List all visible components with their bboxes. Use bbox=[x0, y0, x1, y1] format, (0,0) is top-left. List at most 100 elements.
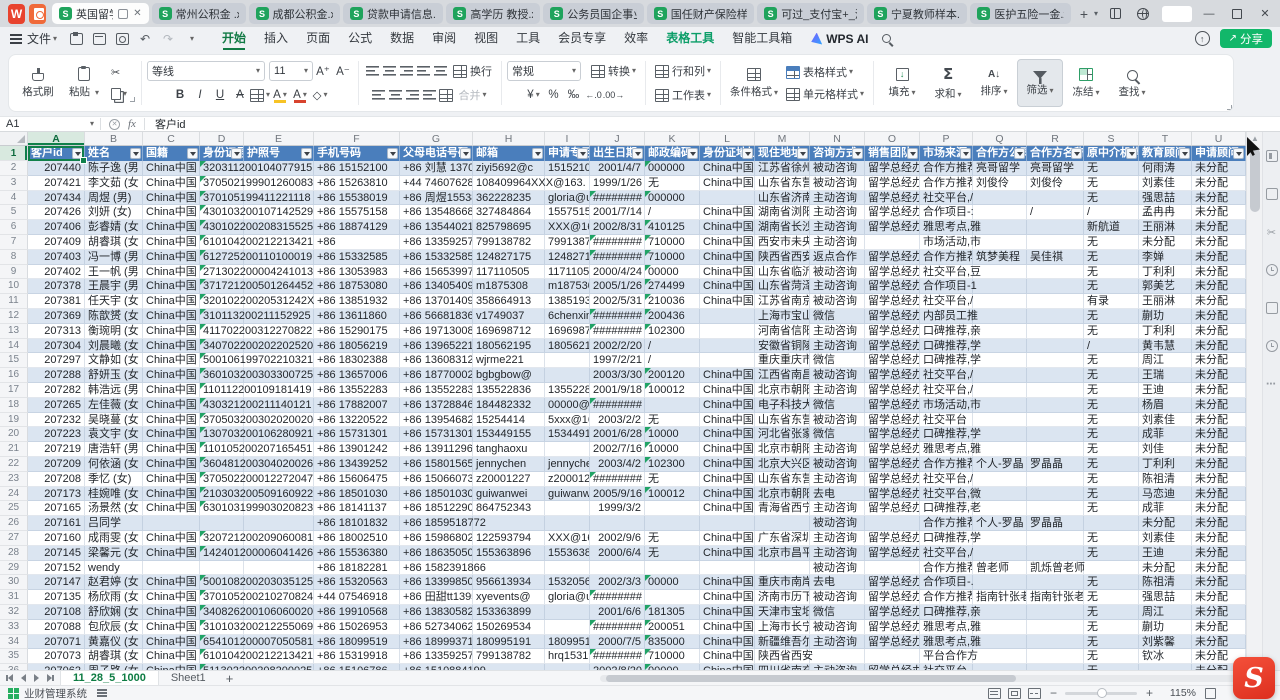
cell[interactable]: 108409964XXX@163. bbox=[473, 176, 545, 191]
next-sheet-arrow[interactable] bbox=[34, 674, 39, 682]
row-number[interactable]: 11 bbox=[0, 294, 28, 309]
help-icon[interactable] bbox=[1266, 340, 1278, 352]
cell[interactable]: 未分配 bbox=[1192, 324, 1246, 339]
cell[interactable]: 陈子逸 (男 bbox=[85, 161, 143, 176]
cell[interactable]: China中国 bbox=[143, 205, 200, 220]
cell[interactable]: 主动咨询 bbox=[810, 501, 865, 516]
cell[interactable]: 合作方推荐 bbox=[920, 561, 973, 576]
conditional-format-button[interactable]: 条件格式▾ bbox=[726, 59, 782, 107]
cell[interactable]: 被动咨询 bbox=[810, 176, 865, 191]
cell[interactable]: +86 15606475 bbox=[314, 472, 400, 487]
cell[interactable]: +86 13552283 bbox=[314, 383, 400, 398]
cell[interactable]: 无 bbox=[645, 176, 700, 191]
cell[interactable] bbox=[973, 220, 1027, 235]
column-header-A[interactable]: A bbox=[28, 132, 85, 146]
decrease-indent-button[interactable] bbox=[415, 61, 432, 81]
cell[interactable]: 主动咨询 bbox=[810, 635, 865, 650]
increase-indent-button[interactable] bbox=[432, 61, 449, 81]
merge-center-icon-button[interactable] bbox=[438, 85, 455, 105]
file-menu-button[interactable]: 文件 ▾ bbox=[8, 30, 57, 47]
cell[interactable] bbox=[1027, 413, 1084, 428]
cell[interactable]: 710000 bbox=[645, 649, 700, 664]
cell[interactable]: 207378 bbox=[28, 279, 85, 294]
cell[interactable]: +86 1372884680 bbox=[400, 398, 473, 413]
header-cell[interactable]: 申请专用 bbox=[545, 146, 590, 161]
cell[interactable]: 无 bbox=[1084, 191, 1139, 206]
cell[interactable]: 主动咨询 bbox=[810, 383, 865, 398]
cell[interactable]: +86 1355228361 bbox=[400, 383, 473, 398]
document-tab[interactable]: S 高学历 教授.xlsx ✕ bbox=[446, 3, 540, 24]
cell[interactable]: m1875308 bbox=[545, 279, 590, 294]
cell[interactable]: 无 bbox=[1084, 383, 1139, 398]
row-number[interactable]: 17 bbox=[0, 383, 28, 398]
header-cell[interactable]: 出生日期 bbox=[590, 146, 645, 161]
first-sheet-arrow[interactable] bbox=[8, 674, 13, 682]
cell[interactable]: 合作方推荐 bbox=[920, 457, 973, 472]
cell[interactable]: China中国 bbox=[700, 220, 755, 235]
close-button[interactable]: ✕ bbox=[1254, 5, 1276, 23]
cell[interactable]: +86 18002510 bbox=[314, 531, 400, 546]
cell[interactable]: 310113200211152925 bbox=[200, 309, 244, 324]
cell[interactable]: 180562195 bbox=[473, 339, 545, 354]
cell[interactable]: 留学总经办 bbox=[865, 309, 920, 324]
cell[interactable]: 何雨涛 bbox=[1139, 161, 1192, 176]
cell[interactable] bbox=[1027, 531, 1084, 546]
cell[interactable]: 天津市宝坻 bbox=[755, 605, 810, 620]
cell[interactable] bbox=[590, 516, 645, 531]
cell[interactable] bbox=[143, 516, 200, 531]
cell[interactable]: 200120 bbox=[645, 368, 700, 383]
cell[interactable]: 无 bbox=[1084, 250, 1139, 265]
cell[interactable]: 无 bbox=[645, 546, 700, 561]
cell[interactable]: China中国 bbox=[700, 413, 755, 428]
fullscreen-icon[interactable] bbox=[1205, 688, 1216, 699]
menu-item[interactable]: 智能工具箱 bbox=[723, 27, 801, 50]
cell[interactable]: China中国 bbox=[700, 635, 755, 650]
cell[interactable] bbox=[244, 516, 314, 531]
cell[interactable]: 181305 bbox=[645, 605, 700, 620]
header-cell[interactable]: 原中介机构 bbox=[1084, 146, 1139, 161]
cell[interactable]: 无 bbox=[1084, 635, 1139, 650]
cell[interactable]: 207152 bbox=[28, 561, 85, 576]
cell[interactable]: 合作方推荐 bbox=[920, 176, 973, 191]
cell[interactable]: 无 bbox=[1084, 368, 1139, 383]
cell[interactable]: tanghaoxu bbox=[473, 442, 545, 457]
cell[interactable]: 山东省东营 bbox=[755, 413, 810, 428]
cell[interactable]: 留学总经办 bbox=[865, 531, 920, 546]
cell[interactable]: China中国 bbox=[700, 205, 755, 220]
cell[interactable]: 山东省东营 bbox=[755, 176, 810, 191]
worksheet-button[interactable]: 工作表▾ bbox=[651, 84, 715, 106]
cell[interactable]: 合作项目-1 bbox=[920, 279, 973, 294]
cell[interactable]: 135522836 bbox=[473, 383, 545, 398]
cell[interactable]: 799138782 bbox=[473, 235, 545, 250]
cell[interactable]: 杨欣雨 (女 bbox=[85, 590, 143, 605]
document-tab[interactable]: S 宁夏教师样本.xlsx ✕ bbox=[867, 3, 967, 24]
cell[interactable]: 500108200203035125 bbox=[200, 575, 244, 590]
cell[interactable]: 马恋迪 bbox=[1139, 487, 1192, 502]
cell[interactable]: +86 1565399710 bbox=[400, 265, 473, 280]
cell[interactable]: 刘俊伶 bbox=[1027, 176, 1084, 191]
cell[interactable]: 2003/3/30 bbox=[590, 368, 645, 383]
cell[interactable]: +86 18101832 bbox=[314, 516, 400, 531]
cell[interactable]: 370105199411221118 bbox=[200, 191, 244, 206]
column-header-S[interactable]: S bbox=[1084, 132, 1139, 146]
cell[interactable] bbox=[1027, 487, 1084, 502]
cell[interactable]: 未分配 bbox=[1139, 235, 1192, 250]
cell[interactable]: 合作方推荐 bbox=[920, 590, 973, 605]
fill-button[interactable]: ↓ 填充▾ bbox=[879, 59, 925, 107]
cell[interactable]: +86 15320563 bbox=[314, 575, 400, 590]
filter-dropdown-button[interactable] bbox=[577, 148, 588, 159]
header-cell[interactable]: 姓名 bbox=[85, 146, 143, 161]
cell[interactable]: 广东省深圳 bbox=[755, 531, 810, 546]
cell[interactable]: 2002/5/31 bbox=[590, 294, 645, 309]
cell[interactable]: +86 1391129694 bbox=[400, 442, 473, 457]
cell[interactable]: 360481200304020026 bbox=[200, 457, 244, 472]
cell[interactable]: 被动咨询 bbox=[810, 457, 865, 472]
cell[interactable] bbox=[645, 590, 700, 605]
page-layout-view-icon[interactable] bbox=[1008, 688, 1021, 699]
cell[interactable]: 000000 bbox=[645, 161, 700, 176]
cut-button[interactable]: ✂ bbox=[107, 61, 131, 83]
cell[interactable]: 无 bbox=[1084, 413, 1139, 428]
screenshot-icon[interactable]: ✂ bbox=[1266, 226, 1278, 238]
cell[interactable]: China中国 bbox=[700, 546, 755, 561]
cell[interactable]: 864752343 bbox=[473, 501, 545, 516]
